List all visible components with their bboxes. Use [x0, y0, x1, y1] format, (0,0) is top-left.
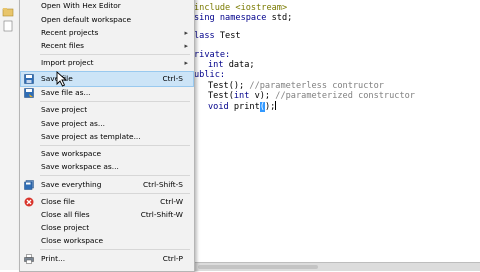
menu-item-close-file[interactable]: Close file Ctrl-W — [21, 195, 193, 209]
menu-item-label: Print... — [41, 254, 66, 263]
menu-item-label: Close file — [41, 197, 75, 206]
menu-item-close-project[interactable]: Close project — [21, 221, 193, 235]
menu-item-label: Import project — [41, 58, 94, 67]
menu-item-save-workspace-as[interactable]: Save workspace as... — [21, 160, 193, 174]
menu-item-label: Open With Hex Editor — [41, 1, 121, 10]
menu-item-save-file[interactable]: Save file Ctrl-S — [20, 71, 194, 87]
menu-item-import-project[interactable]: Import project ▸ — [21, 56, 193, 70]
code-line: lass Test — [194, 31, 241, 41]
menu-item-recent-projects[interactable]: Recent projects ▸ — [21, 26, 193, 40]
menu-item-shortcut: Ctrl-W — [160, 197, 183, 206]
code-line: ublic: — [194, 70, 226, 80]
menu-separator — [40, 145, 190, 146]
menu-item-label: Save file as... — [41, 88, 91, 97]
menu-item-save-project-as[interactable]: Save project as... — [21, 117, 193, 131]
code-editor[interactable]: include <iostream> sing namespace std; l… — [194, 0, 480, 262]
submenu-arrow-icon: ▸ — [184, 42, 188, 50]
menu-item-label: Save workspace — [41, 149, 102, 158]
menu-separator — [40, 101, 190, 102]
menu-item-label: Save project — [41, 105, 88, 114]
menu-item-shortcut: Ctrl-P — [162, 254, 183, 263]
save-as-icon — [24, 88, 34, 98]
submenu-arrow-icon: ▸ — [184, 59, 188, 67]
mouse-cursor-icon — [56, 71, 68, 87]
menu-item-save-project-as-template[interactable]: Save project as template... — [21, 130, 193, 144]
menu-item-label: Save project as... — [41, 119, 105, 128]
menu-item-save-file-as[interactable]: Save file as... — [21, 86, 193, 100]
code-line: sing namespace std; — [194, 13, 293, 23]
close-file-icon — [24, 197, 34, 207]
menu-item-recent-files[interactable]: Recent files ▸ — [21, 39, 193, 53]
scroll-thumb[interactable] — [198, 265, 318, 269]
menu-separator — [40, 249, 190, 250]
menu-item-open-with-hex-editor[interactable]: Open With Hex Editor — [21, 0, 193, 13]
menu-item-close-workspace[interactable]: Close workspace — [21, 234, 193, 248]
menu-item-label: Recent files — [41, 41, 84, 50]
menu-item-shortcut: Ctrl-S — [162, 74, 183, 83]
menu-item-print[interactable]: Print... Ctrl-P — [21, 252, 193, 266]
menu-item-label: Close project — [41, 223, 90, 232]
text-caret — [275, 101, 277, 110]
menu-item-open-default-workspace[interactable]: Open default workspace — [21, 13, 193, 27]
save-all-icon — [24, 180, 34, 190]
submenu-arrow-icon: ▸ — [184, 29, 188, 37]
menu-item-label: Recent projects — [41, 28, 99, 37]
code-line: void print(); — [208, 101, 277, 112]
left-panel-strip — [0, 0, 21, 270]
menu-item-label: Close workspace — [41, 236, 104, 245]
file-menu: Open With Hex Editor Open default worksp… — [19, 0, 195, 272]
menu-separator — [40, 54, 190, 55]
menu-item-label: Save project as template... — [41, 132, 141, 141]
menu-item-shortcut: Ctrl-Shift-W — [140, 210, 183, 219]
menu-separator — [40, 193, 190, 194]
print-icon — [24, 254, 34, 264]
menu-item-save-everything[interactable]: Save everything Ctrl-Shift-S — [21, 178, 193, 192]
menu-separator — [40, 175, 190, 176]
menu-item-close-all-files[interactable]: Close all files Ctrl-Shift-W — [21, 208, 193, 222]
folder-icon — [2, 8, 14, 17]
menu-item-save-workspace[interactable]: Save workspace — [21, 147, 193, 161]
file-icon — [3, 20, 13, 32]
menu-item-label: Close all files — [41, 210, 90, 219]
menu-item-label: Save workspace as... — [41, 162, 119, 171]
menu-item-label: Open default workspace — [41, 15, 132, 24]
save-icon — [24, 74, 34, 84]
menu-item-save-project[interactable]: Save project — [21, 103, 193, 117]
menu-item-label: Save everything — [41, 180, 102, 189]
menu-item-shortcut: Ctrl-Shift-S — [143, 180, 183, 189]
